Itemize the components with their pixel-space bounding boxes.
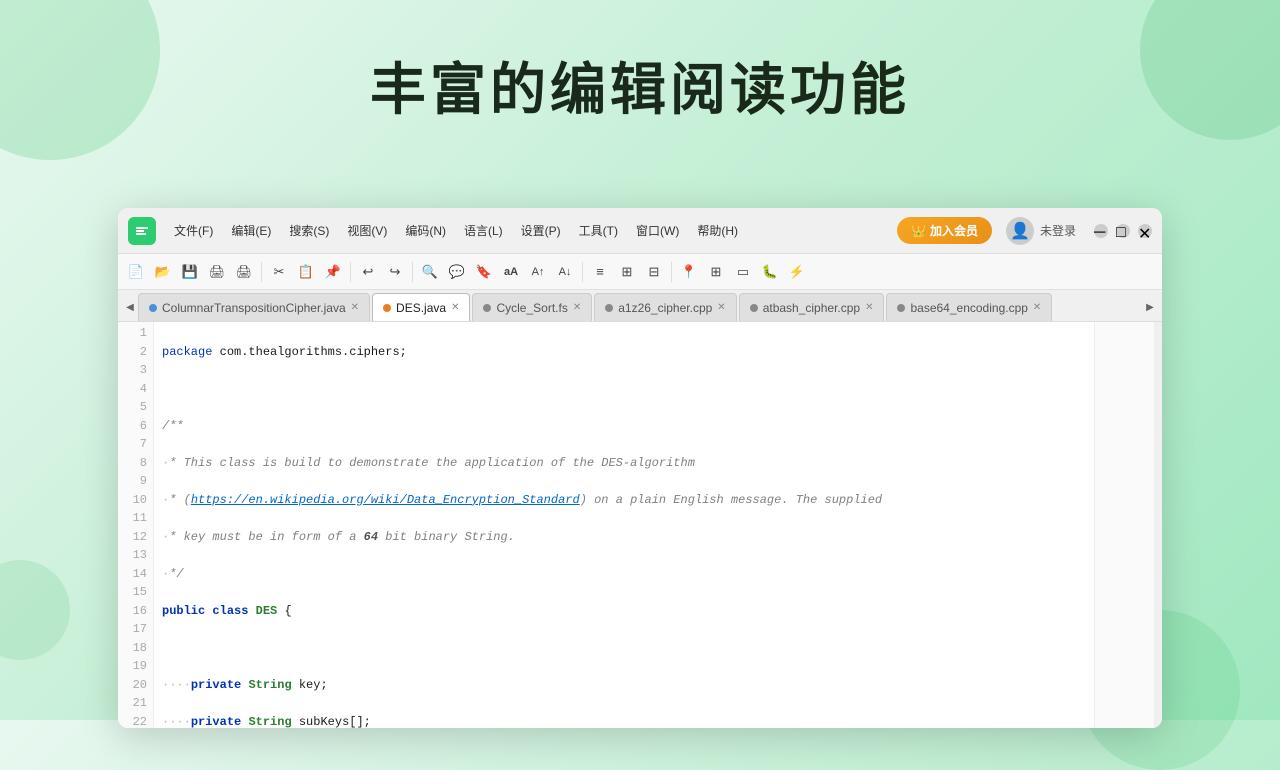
tab-close-cyclesort[interactable]: ✕: [573, 302, 581, 313]
tb-table[interactable]: ⊞: [704, 260, 728, 284]
menu-edit[interactable]: 编辑(E): [223, 218, 279, 243]
tab-close-atbash[interactable]: ✕: [865, 302, 873, 313]
tb-print[interactable]: 🖨: [205, 260, 229, 284]
menu-file[interactable]: 文件(F): [166, 218, 221, 243]
tab-close-base64[interactable]: ✕: [1033, 302, 1041, 313]
code-line-1: package com.thealgorithms.ciphers;: [162, 343, 1086, 362]
tb-open[interactable]: 📂: [151, 260, 175, 284]
member-button[interactable]: 👑 加入会员: [897, 217, 992, 244]
tb-flash[interactable]: ⚡: [785, 260, 809, 284]
code-line-4: ·* This class is build to demonstrate th…: [162, 454, 1086, 473]
menu-lang[interactable]: 语言(L): [456, 218, 511, 243]
tb-cut[interactable]: ✂: [267, 260, 291, 284]
tab-base64[interactable]: base64_encoding.cpp ✕: [886, 293, 1052, 321]
tb-grid[interactable]: ⊞: [615, 260, 639, 284]
tab-dot-des: [383, 304, 391, 312]
tab-nav-left[interactable]: ◀: [122, 293, 138, 321]
menu-search[interactable]: 搜索(S): [281, 218, 337, 243]
tab-close-columnar[interactable]: ✕: [351, 302, 359, 313]
wiki-link[interactable]: https://en.wikipedia.org/wiki/Data_Encry…: [191, 493, 580, 507]
tab-des[interactable]: DES.java ✕: [372, 293, 470, 321]
tb-comment[interactable]: 💬: [445, 260, 469, 284]
tab-nav-right[interactable]: ▶: [1142, 293, 1158, 321]
tb-redo[interactable]: ↪: [383, 260, 407, 284]
tb-pin[interactable]: 📍: [677, 260, 701, 284]
tab-dot-a1z26: [605, 304, 613, 312]
ide-window: 文件(F) 编辑(E) 搜索(S) 视图(V) 编码(N) 语言(L) 设置(P…: [118, 208, 1162, 728]
tab-label-atbash: atbash_cipher.cpp: [763, 301, 860, 315]
menu-window[interactable]: 窗口(W): [628, 218, 687, 243]
menu-view[interactable]: 视图(V): [339, 218, 395, 243]
tabs-bar: ◀ ColumnarTranspositionCipher.java ✕ DES…: [118, 290, 1162, 322]
code-line-7: ·*/: [162, 565, 1086, 584]
tab-dot-atbash: [750, 304, 758, 312]
menu-settings[interactable]: 设置(P): [513, 218, 569, 243]
tb-search[interactable]: 🔍: [418, 260, 442, 284]
tb-sep2: [350, 262, 351, 282]
tb-bug[interactable]: 🐛: [758, 260, 782, 284]
tab-label-base64: base64_encoding.cpp: [910, 301, 1027, 315]
code-line-6: ·* key must be in form of a 64 bit binar…: [162, 528, 1086, 547]
tab-close-a1z26[interactable]: ✕: [717, 302, 725, 313]
code-line-2: [162, 380, 1086, 399]
tb-undo[interactable]: ↩: [356, 260, 380, 284]
toolbar: 📄 📂 💾 🖨 🖨 ✂ 📋 📌 ↩ ↪ 🔍 💬 🔖 aA A↑ A↓ ≡ ⊞ ⊟…: [118, 254, 1162, 290]
crown-icon: 👑: [911, 224, 926, 238]
tb-sep1: [261, 262, 262, 282]
tab-cyclesort[interactable]: Cycle_Sort.fs ✕: [472, 293, 592, 321]
tab-columnar[interactable]: ColumnarTranspositionCipher.java ✕: [138, 293, 370, 321]
code-line-3: /**: [162, 417, 1086, 436]
page-title: 丰富的编辑阅读功能: [0, 0, 1280, 156]
title-bar: 文件(F) 编辑(E) 搜索(S) 视图(V) 编码(N) 语言(L) 设置(P…: [118, 208, 1162, 254]
tb-box[interactable]: ▭: [731, 260, 755, 284]
line-numbers: 1 2 3 4 5 6 7 8 9 10 11 12 13 14 15 16 1…: [118, 322, 154, 728]
tb-copy[interactable]: 📋: [294, 260, 318, 284]
tab-atbash[interactable]: atbash_cipher.cpp ✕: [739, 293, 885, 321]
tab-dot-columnar: [149, 304, 157, 312]
tab-label-cyclesort: Cycle_Sort.fs: [496, 301, 567, 315]
tab-dot-cyclesort: [483, 304, 491, 312]
tb-font-a[interactable]: aA: [499, 260, 523, 284]
tab-label-des: DES.java: [396, 301, 446, 315]
tb-sep5: [671, 262, 672, 282]
code-editor[interactable]: package com.thealgorithms.ciphers; /** ·…: [154, 322, 1094, 728]
code-line-10: ····private String key;: [162, 676, 1086, 695]
menu-encode[interactable]: 编码(N): [397, 218, 454, 243]
menu-help[interactable]: 帮助(H): [689, 218, 746, 243]
code-line-11: ····private String subKeys[];: [162, 713, 1086, 729]
tb-bookmark[interactable]: 🔖: [472, 260, 496, 284]
menu-tools[interactable]: 工具(T): [571, 218, 626, 243]
minimize-button[interactable]: ─: [1094, 224, 1108, 238]
tb-print2[interactable]: 🖨: [232, 260, 256, 284]
minimap: [1094, 322, 1154, 728]
tab-label-columnar: ColumnarTranspositionCipher.java: [162, 301, 346, 315]
avatar: 👤: [1006, 217, 1034, 245]
editor-area: 1 2 3 4 5 6 7 8 9 10 11 12 13 14 15 16 1…: [118, 322, 1162, 728]
vertical-scrollbar[interactable]: [1154, 322, 1162, 728]
tb-font-up[interactable]: A↑: [526, 260, 550, 284]
tb-font-dn[interactable]: A↓: [553, 260, 577, 284]
code-line-5: ·* (https://en.wikipedia.org/wiki/Data_E…: [162, 491, 1086, 510]
deco-circle-bl: [0, 560, 70, 660]
app-logo: [128, 217, 156, 245]
menu-bar: 文件(F) 编辑(E) 搜索(S) 视图(V) 编码(N) 语言(L) 设置(P…: [166, 218, 891, 243]
tab-a1z26[interactable]: a1z26_cipher.cpp ✕: [594, 293, 736, 321]
code-line-8: public class DES {: [162, 602, 1086, 621]
tb-sep3: [412, 262, 413, 282]
maximize-button[interactable]: □: [1116, 224, 1130, 238]
tab-dot-base64: [897, 304, 905, 312]
tb-save[interactable]: 💾: [178, 260, 202, 284]
tab-close-des[interactable]: ✕: [451, 302, 459, 313]
tb-list[interactable]: ≡: [588, 260, 612, 284]
user-section: 👤 未登录: [1006, 217, 1076, 245]
tb-sep4: [582, 262, 583, 282]
tab-label-a1z26: a1z26_cipher.cpp: [618, 301, 712, 315]
tb-paste[interactable]: 📌: [321, 260, 345, 284]
login-text: 未登录: [1040, 222, 1076, 239]
code-line-9: [162, 639, 1086, 658]
tb-align[interactable]: ⊟: [642, 260, 666, 284]
tb-new[interactable]: 📄: [124, 260, 148, 284]
close-button[interactable]: ✕: [1138, 224, 1152, 238]
